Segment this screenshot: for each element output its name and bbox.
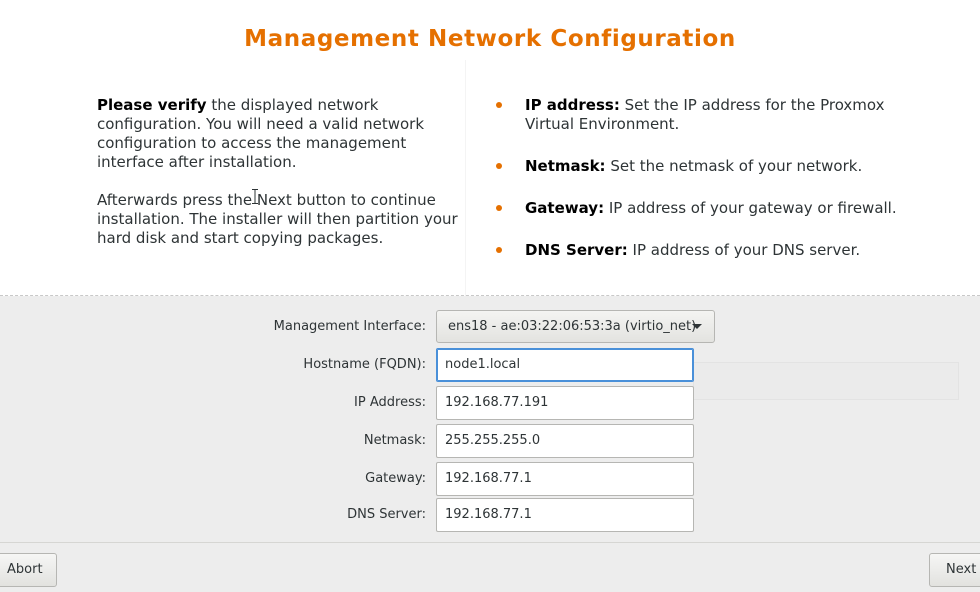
- help-desc: Set the netmask of your network.: [605, 157, 863, 175]
- help-item-ip: IP address: Set the IP address for the P…: [494, 96, 914, 134]
- bullet-icon: [496, 247, 502, 253]
- field-help-list: IP address: Set the IP address for the P…: [494, 96, 914, 260]
- gateway-label: Gateway:: [365, 471, 426, 486]
- button-bar-divider: [0, 542, 980, 543]
- help-item-dns: DNS Server: IP address of your DNS serve…: [494, 241, 914, 260]
- help-term: Gateway:: [525, 199, 605, 217]
- instruction-emphasis: Please verify: [97, 96, 207, 114]
- ip-address-label: IP Address:: [354, 395, 426, 410]
- help-term: DNS Server:: [525, 241, 628, 259]
- bullet-icon: [496, 102, 502, 108]
- dns-server-label: DNS Server:: [347, 507, 426, 522]
- help-item-gateway: Gateway: IP address of your gateway or f…: [494, 199, 914, 218]
- netmask-label: Netmask:: [363, 433, 426, 448]
- info-panel: Management Network Configuration Please …: [0, 0, 980, 296]
- hostname-input[interactable]: node1.local: [436, 348, 694, 382]
- gateway-input[interactable]: 192.168.77.1: [436, 462, 694, 496]
- help-item-netmask: Netmask: Set the netmask of your network…: [494, 157, 914, 176]
- instruction-paragraph-2: Afterwards press the Next button to cont…: [97, 191, 458, 247]
- background-dialog-ghost: [693, 362, 959, 400]
- help-desc: IP address of your DNS server.: [627, 241, 861, 259]
- interface-value: ens18 - ae:03:22:06:53:3a (virtio_net): [448, 319, 697, 334]
- help-term: IP address:: [525, 96, 620, 114]
- interface-dropdown[interactable]: ens18 - ae:03:22:06:53:3a (virtio_net): [436, 310, 715, 343]
- netmask-input[interactable]: 255.255.255.0: [436, 424, 694, 458]
- next-button[interactable]: Next: [929, 553, 980, 587]
- help-desc: IP address of your gateway or firewall.: [604, 199, 897, 217]
- interface-label: Management Interface:: [273, 319, 426, 334]
- ip-address-input[interactable]: 192.168.77.191: [436, 386, 694, 420]
- instructions: Please verify the displayed network conf…: [97, 96, 467, 267]
- abort-button[interactable]: Abort: [0, 553, 57, 587]
- page-title: Management Network Configuration: [244, 26, 736, 52]
- hostname-label: Hostname (FQDN):: [303, 357, 426, 372]
- bullet-icon: [496, 163, 502, 169]
- bullet-icon: [496, 205, 502, 211]
- dns-server-input[interactable]: 192.168.77.1: [436, 498, 694, 532]
- chevron-down-icon: [692, 324, 702, 329]
- instruction-paragraph-1: Please verify the displayed network conf…: [97, 96, 467, 172]
- text-cursor-icon: [252, 189, 258, 204]
- help-term: Netmask:: [525, 157, 606, 175]
